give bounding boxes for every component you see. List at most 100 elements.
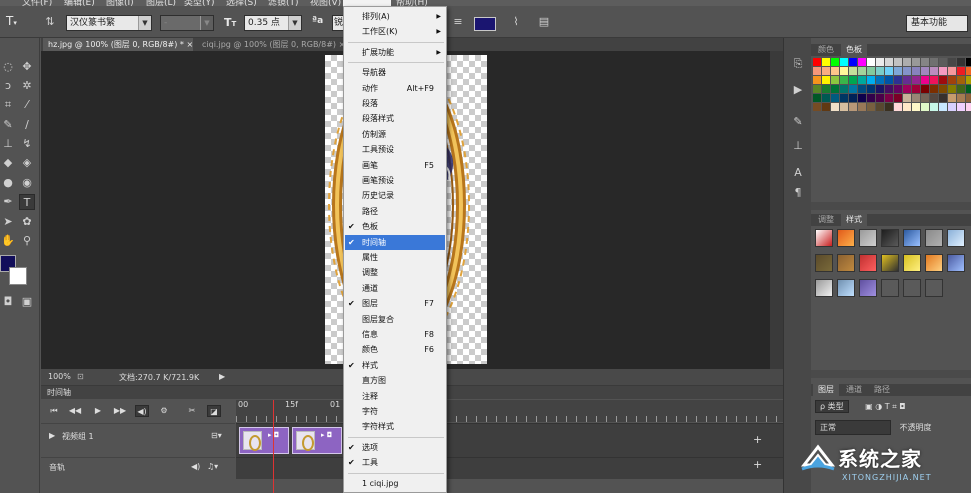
swatch[interactable] [903,76,911,84]
menu-item[interactable]: 历史记录 [345,188,445,203]
style-preset[interactable] [881,229,899,247]
swatch[interactable] [894,67,902,75]
menu-item[interactable]: 信息 F8 [345,327,445,342]
playhead[interactable] [273,400,274,493]
swatch[interactable] [885,76,893,84]
swatch[interactable] [849,85,857,93]
swatch[interactable] [822,85,830,93]
style-preset[interactable] [925,279,943,297]
menu-item[interactable]: 动作 Alt+F9 [345,81,445,96]
swatch[interactable] [948,103,956,111]
eraser-tool-icon[interactable]: ◆ [0,155,16,171]
swatch[interactable] [858,94,866,102]
menu-item[interactable]: 注释 [345,389,445,404]
canvas-scrollbar[interactable] [770,51,783,369]
style-preset[interactable] [947,229,965,247]
swatch[interactable] [930,76,938,84]
swatch[interactable] [939,67,947,75]
add-audio-icon[interactable]: + [753,458,762,471]
style-preset[interactable] [859,229,877,247]
swatch[interactable] [885,94,893,102]
type-tool-icon[interactable]: T▾ [6,14,32,30]
style-preset[interactable] [881,254,899,272]
swatch-grid[interactable] [813,58,971,111]
blend-mode-select[interactable]: 正常 [815,420,891,435]
swatch[interactable] [966,58,971,66]
swatch[interactable] [903,67,911,75]
menu-item[interactable]: 通道 [345,281,445,296]
menu-item[interactable]: ✔ 工具 [345,455,445,470]
menu-item[interactable]: 导航器 [345,65,445,80]
tab-color[interactable]: 颜色 [813,44,839,56]
swatch[interactable] [957,67,965,75]
swatch[interactable] [966,85,971,93]
tab-paths[interactable]: 路径 [869,384,895,396]
swatch[interactable] [948,94,956,102]
track-audio[interactable]: 音轨 ◀) ♫▾ [41,457,235,479]
transition-icon[interactable]: ◪ [207,405,221,417]
swatch[interactable] [813,58,821,66]
swatch[interactable] [930,58,938,66]
style-preset[interactable] [815,279,833,297]
swatch[interactable] [876,58,884,66]
swatch[interactable] [867,76,875,84]
prev-frame-icon[interactable]: ◀◀ [68,405,82,417]
track-video-group[interactable]: ▶ 视频组 1 ⊟▾ [41,423,235,457]
menu-item[interactable]: 1 ciqi.jpg [345,476,445,491]
swatch[interactable] [822,67,830,75]
brush-panel-icon[interactable]: ✎ [790,114,806,130]
tab-styles[interactable]: 样式 [841,214,867,226]
swatch[interactable] [849,103,857,111]
text-color-swatch[interactable] [474,17,496,31]
swatch[interactable] [966,67,971,75]
lasso-tool-icon[interactable]: ↄ [0,78,16,94]
swatch[interactable] [858,58,866,66]
swatch[interactable] [858,76,866,84]
track-menu-icon[interactable]: ⊟▾ [211,431,222,440]
swatch[interactable] [894,85,902,93]
menu-item[interactable]: 仿制源 [345,127,445,142]
orientation-toggle-icon[interactable]: ⇅ [42,14,58,30]
font-family-select[interactable]: 汉仪篆书繁 ▼ [66,15,152,31]
marquee-tool-icon[interactable]: ◌ [0,59,16,75]
swatch[interactable] [813,103,821,111]
brush-tool-icon[interactable]: ∕ [19,117,35,133]
swatch[interactable] [948,76,956,84]
menu-item[interactable]: 排列(A) ▶ [345,9,445,24]
swatch[interactable] [921,94,929,102]
swatch[interactable] [849,94,857,102]
workspace-select[interactable]: 基本功能 [906,15,968,32]
menu-item[interactable]: ✔ 选项 [345,440,445,455]
swatch[interactable] [831,103,839,111]
swatch[interactable] [912,94,920,102]
swatch[interactable] [867,58,875,66]
font-style-select[interactable]: - ▼ [160,15,214,31]
swatch[interactable] [894,76,902,84]
background-color[interactable] [9,267,27,285]
menu-item[interactable]: ✔ 样式 [345,358,445,373]
type-tool-icon[interactable]: T [19,194,35,210]
menu-item[interactable]: 调整 [345,265,445,280]
healing-brush-icon[interactable]: ✎ [0,117,16,133]
settings-icon[interactable]: ⚙ [157,405,171,417]
menu-item[interactable]: ✔ 色板 [345,219,445,234]
tab-adjustments[interactable]: 调整 [813,214,839,226]
swatch[interactable] [822,94,830,102]
add-media-icon[interactable]: + [753,433,762,446]
menu-item[interactable]: ✔ 图层 F7 [345,296,445,311]
swatch[interactable] [894,58,902,66]
swatch[interactable] [849,76,857,84]
layer-filter-select[interactable]: ρ 类型 [815,400,849,413]
font-size-select[interactable]: 0.35 点 ▼ [244,15,302,31]
swatch[interactable] [813,76,821,84]
tab-hz[interactable]: hz.jpg @ 100% (图层 0, RGB/8#) * × [43,38,193,51]
style-preset[interactable] [903,279,921,297]
swatch[interactable] [912,67,920,75]
zoom-tool-icon[interactable]: ⚲ [19,233,35,249]
audio-menu-icon[interactable]: ♫▾ [207,462,218,471]
style-preset[interactable] [903,229,921,247]
swatch[interactable] [831,85,839,93]
align-right-icon[interactable]: ≡ [450,14,466,30]
menu-item[interactable]: 字符 [345,404,445,419]
swatch[interactable] [903,85,911,93]
